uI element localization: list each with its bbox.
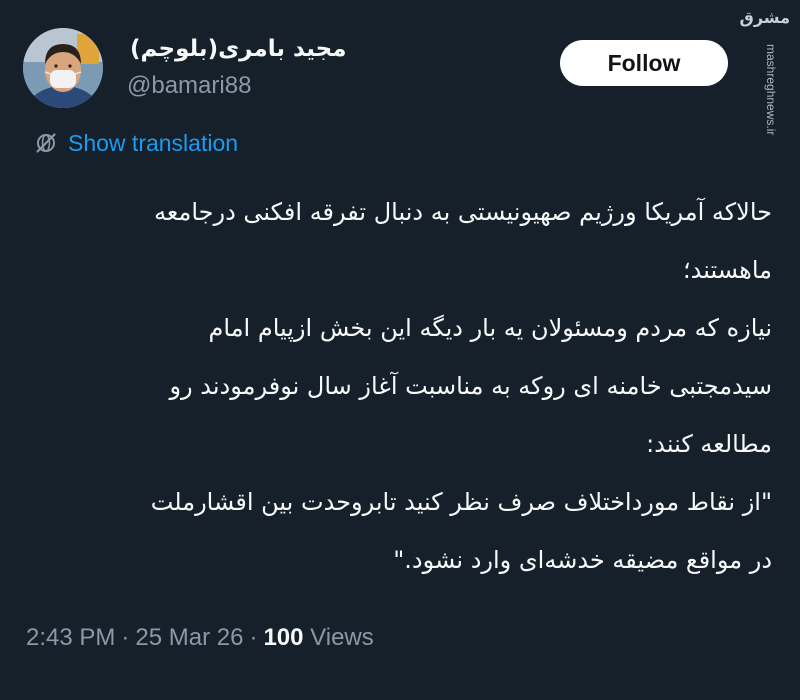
views-count: 100 [263, 624, 304, 651]
watermark-site: mashreghnews.ir [764, 44, 778, 136]
watermark-logo: مشرق [739, 8, 790, 27]
show-translation-label: Show translation [68, 129, 239, 156]
tweet-meta: 2:43 PM · 25 Mar 26 · 100 Views [26, 624, 374, 652]
author-handle[interactable]: @bamari88 [127, 72, 251, 100]
tweet-line: سیدمجتبی خامنه ای روکه به مناسبت آغاز سا… [169, 372, 772, 400]
tweet-text: حالاکه آمریکا ورژیم صهیونیستی به دنبال ت… [20, 183, 772, 589]
translate-globe-slash-icon [34, 131, 58, 155]
tweet-line: "از نقاط مورداختلاف صرف نظر کنید تابروحد… [150, 488, 772, 516]
meta-separator: · [121, 624, 130, 651]
tweet-time[interactable]: 2:43 PM [26, 624, 115, 651]
avatar-image [23, 28, 103, 108]
tweet-line: مطالعه کنند: [646, 430, 772, 458]
tweet-line: حالاکه آمریکا ورژیم صهیونیستی به دنبال ت… [154, 198, 772, 226]
tweet-line: ماهستند؛ [683, 256, 772, 284]
watermark: مشرق mashreghnews.ir [739, 8, 790, 135]
show-translation-link[interactable]: Show translation [34, 128, 238, 158]
avatar[interactable] [23, 28, 103, 108]
tweet-date[interactable]: 25 Mar 26 [135, 624, 243, 651]
follow-button[interactable]: Follow [560, 40, 728, 86]
author-display-name[interactable]: مجید بامری(بلوچم) [130, 36, 360, 62]
meta-separator: · [249, 624, 258, 651]
tweet-line: در مواقع مضیقه خدشه‌ای وارد نشود." [393, 546, 772, 574]
tweet-line: نیازه که مردم ومسئولان یه بار دیگه این ب… [208, 314, 772, 342]
views-label: Views [310, 624, 374, 651]
tweet-card: مجید بامری(بلوچم) @bamari88 Follow مشرق … [0, 0, 800, 700]
